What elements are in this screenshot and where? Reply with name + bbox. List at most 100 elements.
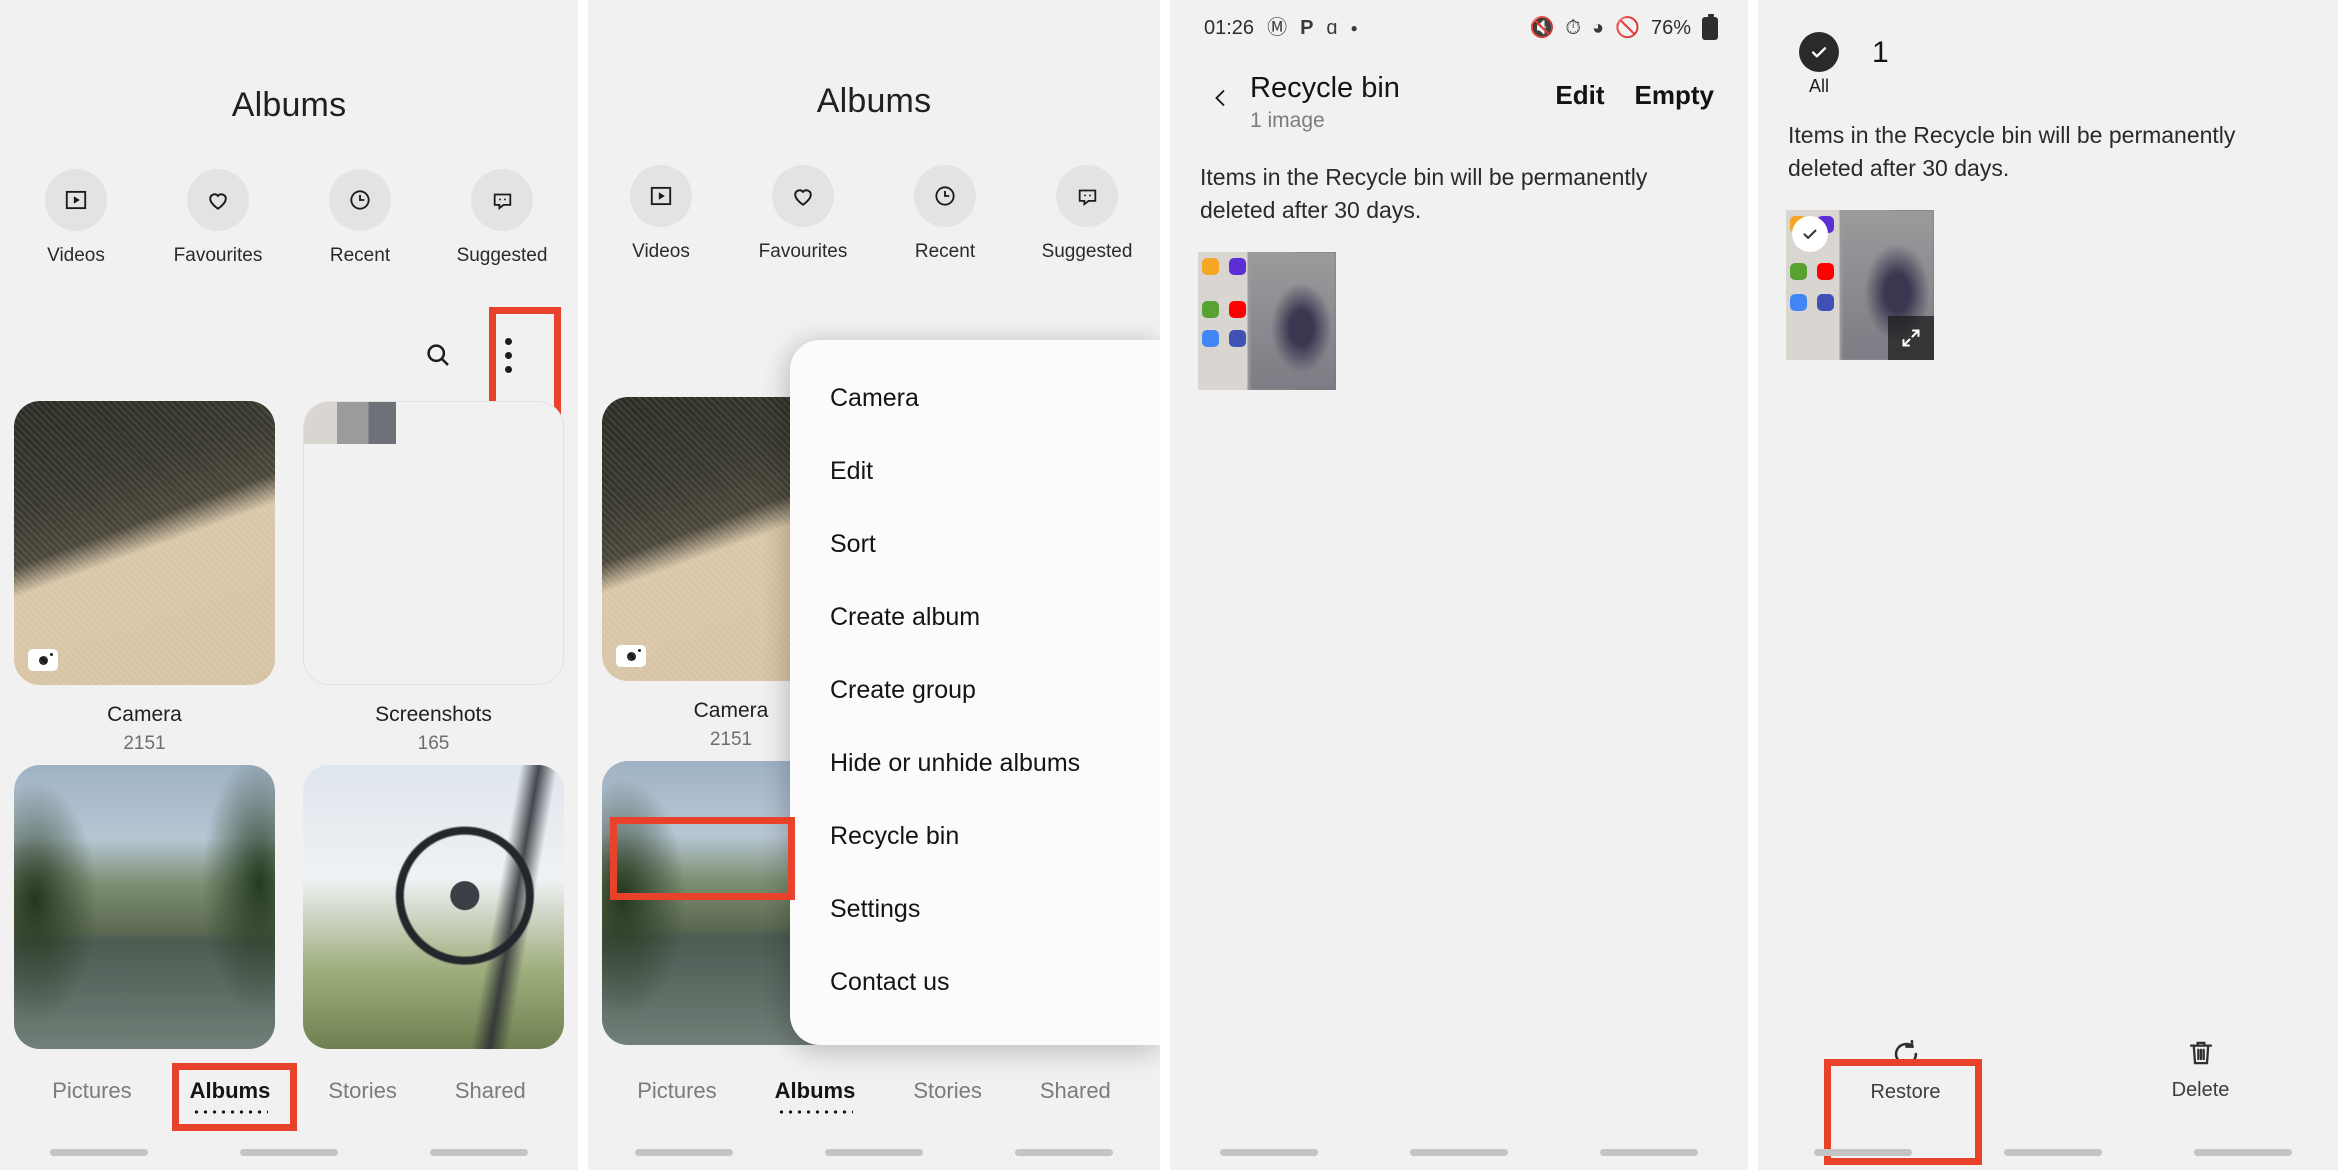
- quick-item-label: Favourites: [758, 241, 848, 262]
- recycle-bin-note: Items in the Recycle bin will be permane…: [1200, 164, 1648, 223]
- quick-item-label: Recent: [914, 241, 976, 262]
- recycle-bin-items: [1758, 184, 2338, 361]
- menu-item-create-group[interactable]: Create group: [790, 654, 1160, 727]
- delete-button[interactable]: Delete: [2053, 1037, 2338, 1104]
- panel-recycle-bin: 01:26 Ⓜ P ɑ ● 🔇 ⏱ ◕ 🚫 76% Recycle bin 1 …: [1170, 0, 1748, 1170]
- highlight-box-albums-tab: [172, 1063, 297, 1131]
- tab-stories[interactable]: Stories: [913, 1078, 981, 1116]
- thumbnail-icon-row: [1202, 258, 1260, 276]
- menu-item-hide-or-unhide-albums[interactable]: Hide or unhide albums: [790, 727, 1160, 800]
- do-not-disturb-icon: 🚫: [1615, 17, 1640, 39]
- check-circle-icon: [1799, 32, 1839, 72]
- recycle-bin-thumbnail[interactable]: [1198, 252, 1336, 391]
- app-icon-youtube: [1229, 301, 1246, 319]
- album-cell[interactable]: Screenshots 165: [289, 401, 578, 755]
- suggested-icon: [1056, 165, 1118, 227]
- panel-divider: [1748, 0, 1758, 1170]
- select-all-label: All: [1808, 76, 1829, 96]
- album-cell[interactable]: [289, 765, 578, 1049]
- empty-button[interactable]: Empty: [1635, 80, 1714, 111]
- menu-item-contact-us[interactable]: Contact us: [790, 946, 1160, 1019]
- wifi-icon: ◕: [1591, 17, 1605, 39]
- dot-icon: ●: [1350, 21, 1358, 35]
- menu-item-sort[interactable]: Sort: [790, 508, 1160, 581]
- video-icon: [45, 169, 107, 231]
- selection-header: All 1: [1758, 0, 2338, 97]
- edit-button[interactable]: Edit: [1555, 80, 1604, 111]
- quick-item-favourites[interactable]: Favourites: [756, 165, 850, 263]
- camera-badge-icon: [616, 645, 646, 667]
- gmail-icon: Ⓜ: [1267, 17, 1288, 39]
- quick-item-videos[interactable]: Videos: [614, 165, 708, 263]
- tab-pictures[interactable]: Pictures: [52, 1078, 131, 1116]
- expand-icon[interactable]: [1888, 316, 1934, 361]
- tab-albums[interactable]: Albums: [775, 1078, 855, 1116]
- status-bar: 01:26 Ⓜ P ɑ ● 🔇 ⏱ ◕ 🚫 76%: [1170, 0, 1748, 56]
- albums-grid: Camera 2151 Screenshots 165: [0, 401, 578, 1059]
- album-cell[interactable]: Camera 2151: [0, 401, 289, 755]
- tab-pictures[interactable]: Pictures: [637, 1078, 716, 1116]
- menu-item-create-album[interactable]: Create album: [790, 581, 1160, 654]
- clock-icon: [329, 169, 391, 231]
- battery-percent: 76%: [1650, 16, 1691, 39]
- panel-recycle-bin-selection: All 1 Items in the Recycle bin will be p…: [1758, 0, 2338, 1170]
- video-icon: [630, 165, 692, 227]
- quick-item-favourites[interactable]: Favourites: [171, 169, 265, 267]
- thumbnail-icon-row: [1790, 263, 1848, 281]
- album-thumbnail: [14, 401, 275, 685]
- recycle-bin-header: Recycle bin 1 image Edit Empty: [1170, 56, 1748, 133]
- page-title: Recycle bin: [1250, 72, 1400, 104]
- quick-item-suggested[interactable]: Suggested: [1040, 165, 1134, 263]
- suggested-icon: [471, 169, 533, 231]
- panel-divider: [1160, 0, 1170, 1170]
- menu-item-recycle-bin[interactable]: Recycle bin: [790, 800, 1160, 873]
- app-icon-youtube: [1817, 263, 1834, 281]
- quick-access-row: Videos Favourites Recent Suggested: [588, 165, 1160, 263]
- panel-albums-overview: Albums Videos Favourites Recent Suggeste…: [0, 0, 578, 1170]
- highlight-box-recycle-bin: [610, 817, 795, 900]
- selected-count: 1: [1872, 36, 1889, 69]
- page-title: Albums: [816, 82, 932, 120]
- select-all-button[interactable]: All: [1788, 32, 1850, 97]
- album-thumbnail: [303, 401, 564, 685]
- recycle-bin-actions: Edit Empty: [1555, 72, 1714, 111]
- page-title: Albums: [231, 86, 347, 124]
- recycle-bin-thumbnail[interactable]: [1786, 210, 1934, 361]
- camera-badge-icon: [28, 649, 58, 671]
- app-icon-messages: [1817, 294, 1834, 312]
- quick-item-recent[interactable]: Recent: [313, 169, 407, 267]
- tab-shared[interactable]: Shared: [455, 1078, 526, 1116]
- status-clock: 01:26: [1204, 16, 1255, 39]
- quick-item-videos[interactable]: Videos: [29, 169, 123, 267]
- recycle-bin-items: [1170, 226, 1748, 391]
- app-icon-messages: [1229, 330, 1246, 348]
- album-name: Screenshots: [375, 703, 492, 726]
- alarm-icon: ⏱: [1565, 17, 1581, 39]
- bottom-tab-bar: Pictures Albums Stories Shared: [588, 1078, 1160, 1116]
- mute-vibrate-icon: 🔇: [1529, 17, 1555, 39]
- quick-item-recent[interactable]: Recent: [898, 165, 992, 263]
- thumbnail-icon-row: [1202, 301, 1260, 319]
- quick-item-suggested[interactable]: Suggested: [455, 169, 549, 267]
- app-icon-calculator: [1202, 301, 1219, 319]
- paypal-icon: P: [1300, 17, 1314, 39]
- album-name: Camera: [107, 703, 182, 726]
- wattpad-icon: ɑ: [1326, 17, 1338, 39]
- back-chevron-icon[interactable]: [1198, 72, 1244, 124]
- status-right: 🔇 ⏱ ◕ 🚫 76%: [1529, 13, 1718, 40]
- tab-shared[interactable]: Shared: [1040, 1078, 1111, 1116]
- menu-item-camera[interactable]: Camera: [790, 362, 1160, 435]
- app-icon-calculator: [1790, 263, 1807, 281]
- tab-stories[interactable]: Stories: [328, 1078, 396, 1116]
- status-left: 01:26 Ⓜ P ɑ ●: [1204, 17, 1358, 40]
- app-icon-chrome: [1202, 330, 1219, 348]
- album-cell[interactable]: [0, 765, 289, 1049]
- overflow-menu: Camera Edit Sort Create album Create gro…: [790, 340, 1160, 1045]
- menu-item-settings[interactable]: Settings: [790, 873, 1160, 946]
- menu-item-edit[interactable]: Edit: [790, 435, 1160, 508]
- search-icon[interactable]: [412, 319, 464, 391]
- panel-albums-menu-open: Albums Videos Favourites Recent Suggeste…: [588, 0, 1160, 1170]
- album-count: 2151: [123, 733, 166, 754]
- page-subtitle: 1 image: [1250, 109, 1325, 132]
- thumbnail-icon-row: [1790, 294, 1848, 312]
